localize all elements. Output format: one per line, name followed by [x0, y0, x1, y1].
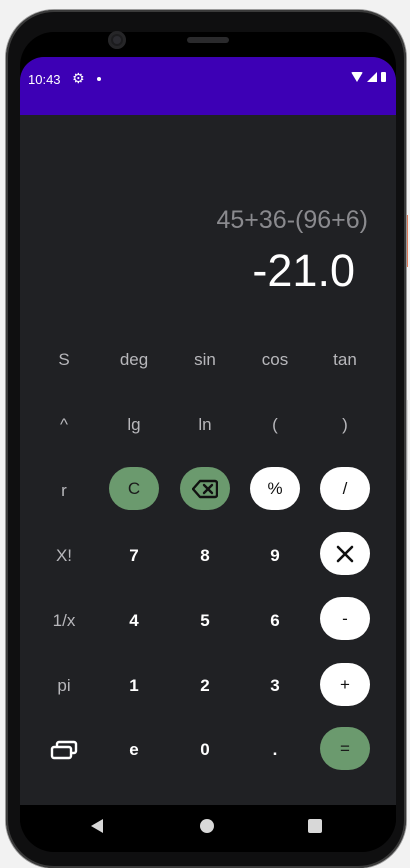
decimal-button[interactable]: .: [250, 728, 300, 771]
multiply-button[interactable]: [320, 532, 370, 575]
key-s[interactable]: S: [39, 338, 89, 381]
digit-1[interactable]: 1: [109, 664, 159, 707]
digit-8[interactable]: 8: [180, 534, 230, 577]
key-cos[interactable]: cos: [250, 338, 300, 381]
signal-icon: [367, 72, 377, 82]
key-pi[interactable]: pi: [39, 664, 89, 707]
divide-button[interactable]: /: [320, 467, 370, 510]
expression-display: 45+36-(96+6): [216, 206, 368, 234]
settings-icon: ⚙: [72, 70, 85, 86]
percent-button[interactable]: %: [250, 467, 300, 510]
key-reciprocal[interactable]: 1/x: [39, 599, 89, 642]
status-time: 10:43: [28, 72, 61, 87]
key-deg[interactable]: deg: [109, 338, 159, 381]
digit-6[interactable]: 6: [250, 599, 300, 642]
multiply-icon: [336, 545, 354, 562]
back-icon[interactable]: [91, 819, 103, 833]
key-sin[interactable]: sin: [180, 338, 230, 381]
key-open-paren[interactable]: (: [250, 403, 300, 446]
phone-frame: 10:43 ⚙ 45+36-(96+6) -21.0 S deg sin cos…: [0, 0, 410, 868]
history-button[interactable]: [39, 728, 89, 771]
digit-7[interactable]: 7: [109, 534, 159, 577]
key-close-paren[interactable]: ): [320, 403, 370, 446]
backspace-button[interactable]: [180, 467, 230, 510]
minus-button[interactable]: -: [320, 597, 370, 640]
key-ln[interactable]: ln: [180, 403, 230, 446]
home-icon[interactable]: [200, 819, 214, 833]
wifi-icon: [351, 72, 363, 82]
status-icons: [351, 72, 386, 82]
digit-4[interactable]: 4: [109, 599, 159, 642]
battery-icon: [381, 72, 386, 82]
key-tan[interactable]: tan: [320, 338, 370, 381]
digit-2[interactable]: 2: [180, 664, 230, 707]
front-camera-icon: [108, 31, 126, 49]
digit-9[interactable]: 9: [250, 534, 300, 577]
result-display: -21.0: [252, 245, 355, 296]
equals-button[interactable]: =: [320, 727, 370, 770]
status-bar: 10:43 ⚙: [20, 57, 396, 115]
key-lg[interactable]: lg: [109, 403, 159, 446]
backspace-icon: [192, 479, 218, 498]
recents-icon[interactable]: [308, 819, 322, 833]
plus-button[interactable]: +: [320, 663, 370, 706]
key-factorial[interactable]: X!: [39, 534, 89, 577]
key-root[interactable]: r: [39, 469, 89, 512]
earpiece-speaker: [187, 37, 229, 43]
clear-button[interactable]: C: [109, 467, 159, 510]
key-e[interactable]: e: [109, 728, 159, 771]
history-icon: [50, 740, 78, 759]
digit-3[interactable]: 3: [250, 664, 300, 707]
navigation-bar: [20, 805, 396, 847]
notification-dot: [97, 77, 101, 81]
digit-5[interactable]: 5: [180, 599, 230, 642]
key-power[interactable]: ^: [39, 403, 89, 446]
digit-0[interactable]: 0: [180, 728, 230, 771]
